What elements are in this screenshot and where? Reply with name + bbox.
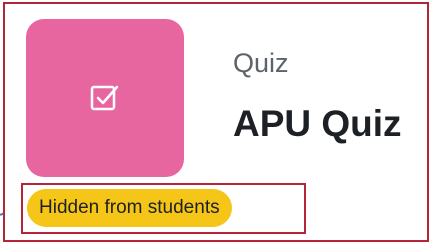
screenshot-stage: Quiz APU Quiz Hidden from students bbox=[0, 0, 436, 246]
activity-icon-tile[interactable] bbox=[26, 19, 184, 177]
activity-name-link[interactable]: APU Quiz bbox=[233, 103, 402, 145]
activity-type-label: Quiz bbox=[233, 48, 289, 78]
quiz-checkbox-icon bbox=[90, 85, 119, 111]
hidden-from-students-badge: Hidden from students bbox=[27, 189, 232, 227]
